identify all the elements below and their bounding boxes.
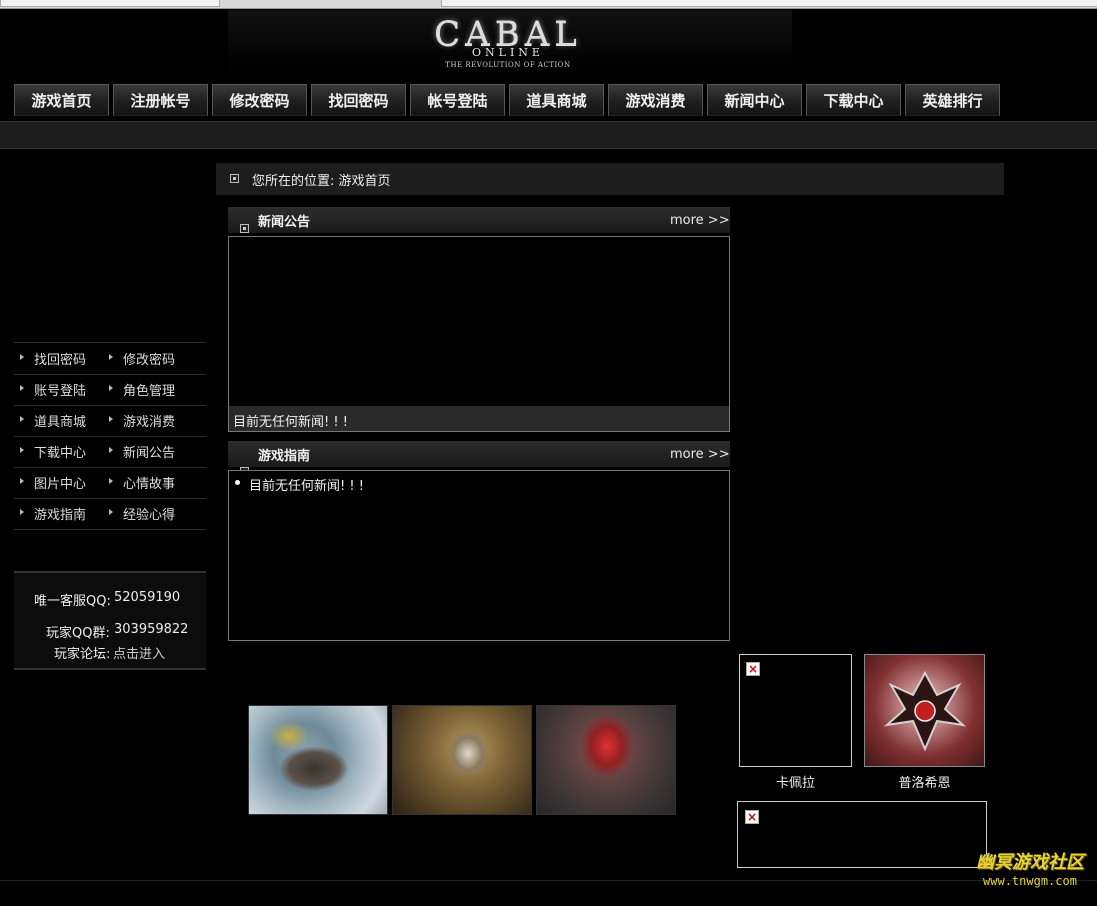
- screenshot-thumb-1[interactable]: [248, 705, 388, 815]
- news-panel-body: [228, 236, 730, 432]
- logo-subtitle: ONLINE: [472, 46, 544, 59]
- arrow-right-icon: [109, 478, 113, 484]
- contact-box: 唯一客服QQ: 52059190 玩家QQ群: 303959822 玩家论坛: …: [14, 571, 206, 670]
- forum-link[interactable]: 点击进入: [113, 643, 165, 662]
- nav-change-password[interactable]: 修改密码: [212, 84, 307, 116]
- banner-image[interactable]: ×: [737, 801, 987, 868]
- player-group-value: 303959822: [114, 622, 189, 637]
- watermark: 幽冥游戏社区 www.tnwgm.com: [965, 848, 1095, 888]
- arrow-right-icon: [109, 385, 113, 391]
- broken-image-icon: ×: [745, 810, 759, 824]
- guide-more-link[interactable]: more >>: [670, 447, 730, 462]
- nav-login[interactable]: 帐号登陆: [410, 84, 505, 116]
- side-menu-row: 道具商城 游戏消费: [14, 405, 206, 437]
- emblem-icon: [883, 670, 967, 752]
- side-link-experience[interactable]: 经验心得: [123, 504, 175, 523]
- main-nav: 游戏首页 注册帐号 修改密码 找回密码 帐号登陆 道具商城 游戏消费 新闻中心 …: [14, 84, 1004, 118]
- side-link-change-password[interactable]: 修改密码: [123, 349, 175, 368]
- broken-image-icon: ×: [746, 662, 760, 676]
- side-link-downloads[interactable]: 下载中心: [34, 442, 86, 461]
- nav-spending[interactable]: 游戏消费: [608, 84, 703, 116]
- support-qq-label: 唯一客服QQ:: [34, 594, 111, 609]
- side-menu-row: 下载中心 新闻公告: [14, 436, 206, 468]
- guide-empty-text: 目前无任何新闻! ! !: [249, 479, 364, 494]
- character-name-right[interactable]: 普洛希恩: [864, 772, 985, 791]
- side-menu-row: 找回密码 修改密码: [14, 343, 206, 375]
- nav-item-shop[interactable]: 道具商城: [509, 84, 604, 116]
- arrow-right-icon: [109, 354, 113, 360]
- location-label: 您所在的位置: 游戏首页: [252, 174, 391, 189]
- arrow-right-icon: [109, 509, 113, 515]
- character-image-right[interactable]: [864, 654, 985, 767]
- arrow-right-icon: [20, 509, 24, 515]
- side-link-item-shop[interactable]: 道具商城: [34, 411, 86, 430]
- location-icon: [230, 174, 239, 183]
- news-more-link[interactable]: more >>: [670, 213, 730, 228]
- guide-panel-body: [228, 470, 730, 641]
- screenshot-thumb-3[interactable]: [536, 705, 676, 815]
- nav-recover-password[interactable]: 找回密码: [311, 84, 406, 116]
- side-link-mood-stories[interactable]: 心情故事: [123, 473, 175, 492]
- news-empty-text: 目前无任何新闻! ! !: [233, 415, 348, 430]
- browser-tab-left[interactable]: [0, 0, 220, 7]
- news-panel-icon: [240, 224, 249, 233]
- screenshot-thumb-2[interactable]: [392, 705, 532, 815]
- side-link-character-management[interactable]: 角色管理: [123, 380, 175, 399]
- nav-register[interactable]: 注册帐号: [113, 84, 208, 116]
- arrow-right-icon: [20, 385, 24, 391]
- side-menu-row: 图片中心 心情故事: [14, 467, 206, 499]
- watermark-url: www.tnwgm.com: [983, 874, 1077, 888]
- watermark-title: 幽冥游戏社区: [976, 852, 1084, 873]
- character-image-left[interactable]: ×: [739, 654, 852, 767]
- footer-divider: [0, 880, 1097, 881]
- arrow-right-icon: [20, 354, 24, 360]
- sub-nav-bar: [0, 121, 1097, 149]
- browser-tab-right[interactable]: [441, 0, 1097, 7]
- player-group-label: 玩家QQ群:: [46, 626, 110, 641]
- nav-home[interactable]: 游戏首页: [14, 84, 109, 116]
- side-link-login[interactable]: 账号登陆: [34, 380, 86, 399]
- arrow-right-icon: [109, 416, 113, 422]
- news-panel-title: 新闻公告: [258, 215, 311, 230]
- side-link-recover-password[interactable]: 找回密码: [34, 349, 86, 368]
- forum-label: 玩家论坛:: [54, 647, 111, 662]
- side-menu-row: 游戏指南 经验心得: [14, 498, 206, 530]
- nav-downloads[interactable]: 下载中心: [806, 84, 901, 116]
- side-link-game-guide[interactable]: 游戏指南: [34, 504, 86, 523]
- side-menu-row: 账号登陆 角色管理: [14, 374, 206, 406]
- guide-bullet-icon: [235, 480, 240, 485]
- arrow-right-icon: [109, 447, 113, 453]
- side-link-news[interactable]: 新闻公告: [123, 442, 175, 461]
- logo-tagline: THE REVOLUTION OF ACTION: [445, 61, 571, 69]
- support-qq-value: 52059190: [114, 590, 181, 605]
- arrow-right-icon: [20, 478, 24, 484]
- guide-panel-title: 游戏指南: [258, 449, 311, 464]
- arrow-right-icon: [20, 416, 24, 422]
- nav-hero-ranking[interactable]: 英雄排行: [905, 84, 1000, 116]
- arrow-right-icon: [20, 447, 24, 453]
- side-link-spending[interactable]: 游戏消费: [123, 411, 175, 430]
- character-name-left[interactable]: 卡佩拉: [739, 772, 852, 791]
- nav-news[interactable]: 新闻中心: [707, 84, 802, 116]
- side-link-gallery[interactable]: 图片中心: [34, 473, 86, 492]
